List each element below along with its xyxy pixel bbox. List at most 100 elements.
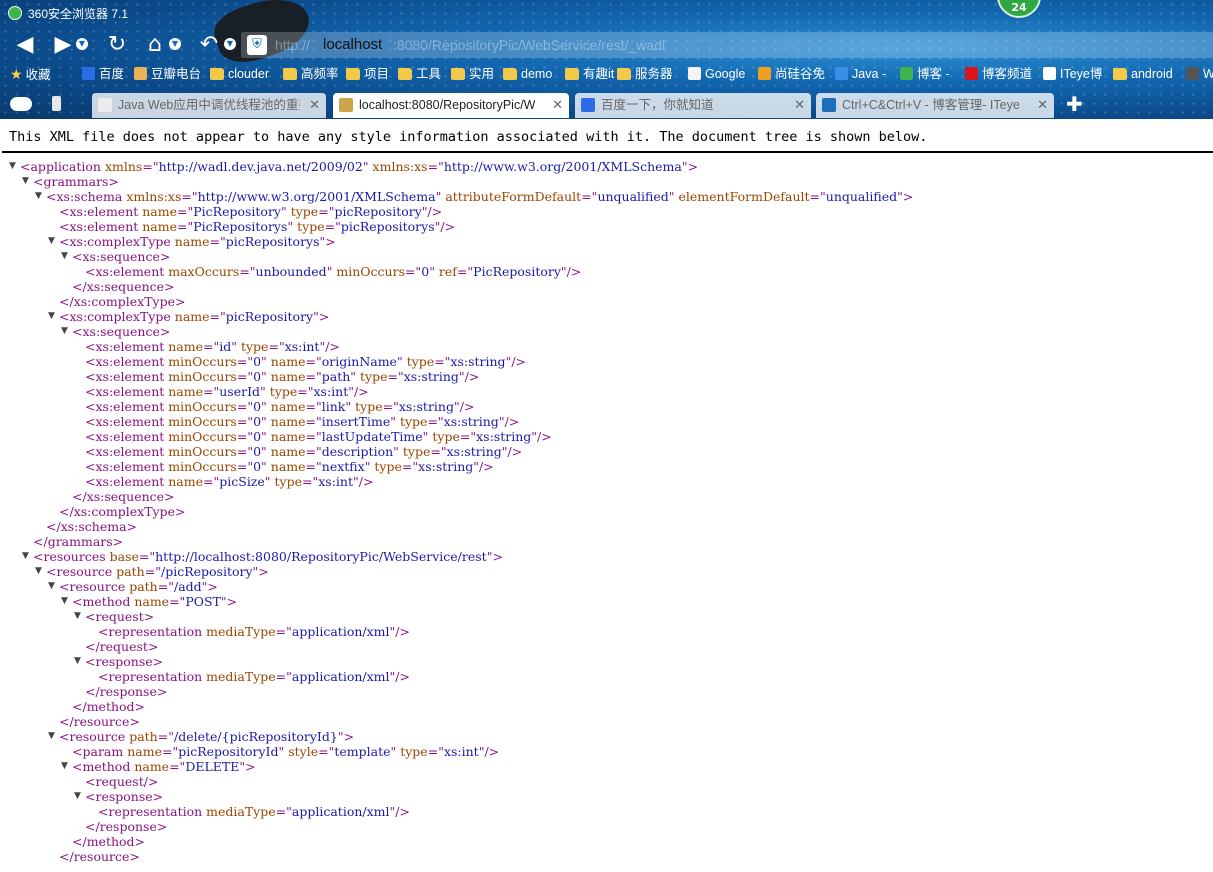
xml-attr-name: minOccurs [164, 369, 237, 384]
tab-close-icon[interactable]: ✕ [794, 93, 805, 117]
tab-3[interactable]: 百度一下，你就知道 ✕ [575, 93, 811, 118]
collapse-toggle-icon[interactable]: ▼ [74, 790, 84, 802]
tab-close-icon[interactable]: ✕ [1037, 93, 1048, 117]
security-shield-icon[interactable]: ⛨ [247, 35, 267, 55]
xml-punct: =" [157, 579, 174, 594]
collapse-toggle-icon[interactable]: ▼ [48, 730, 58, 742]
collapse-toggle-icon[interactable]: ▼ [35, 190, 45, 202]
b-logo-icon [835, 67, 848, 80]
xml-attr-name: xmlns:xs [368, 159, 428, 174]
bookmark-label: demo [521, 67, 553, 81]
bookmark-item[interactable]: 博客频道 [965, 65, 1032, 83]
collapse-toggle-icon[interactable]: ▼ [22, 550, 32, 562]
xml-attr-name: type [265, 384, 298, 399]
forward-dropdown-icon[interactable]: ▼ [76, 38, 88, 50]
xml-tag-name: xs:sequence [82, 249, 160, 264]
xml-attr-name: type [398, 444, 431, 459]
xml-attr-value: 0 [253, 399, 262, 414]
xml-icon [339, 98, 353, 112]
xml-punct: </ [72, 699, 87, 714]
bookmark-item[interactable]: clouder [210, 65, 269, 83]
xml-attr-value: POST [185, 594, 221, 609]
notification-badge[interactable]: 24 [997, 0, 1041, 18]
tab-close-icon[interactable]: ✕ [309, 93, 320, 117]
bookmark-item[interactable]: 尚硅谷免 [758, 65, 825, 83]
xml-punct: /> [566, 264, 582, 279]
xml-punct: =" [169, 594, 186, 609]
bookmark-item[interactable]: Java - [835, 65, 886, 83]
collapse-toggle-icon[interactable]: ▼ [48, 580, 58, 592]
collapse-toggle-icon[interactable]: ▼ [48, 310, 58, 322]
bookmark-item[interactable]: 博客 - [900, 65, 950, 83]
xml-punct: =" [318, 744, 335, 759]
douban-icon [134, 67, 147, 80]
undo-dropdown-icon[interactable]: ▼ [224, 38, 236, 50]
xml-punct: > [164, 489, 175, 504]
bookmark-item[interactable]: 实用 [451, 65, 494, 83]
bookmark-item[interactable]: demo [503, 65, 552, 83]
tab-close-icon[interactable]: ✕ [552, 93, 563, 117]
bookmark-item[interactable]: android [1113, 65, 1173, 83]
bookmark-item[interactable]: 高频率 [283, 65, 339, 83]
bookmark-item[interactable]: 百度 [82, 65, 124, 83]
window-title: 360安全浏览器 7.1 [28, 7, 129, 21]
xml-punct: =" [581, 189, 598, 204]
xml-punct: < [59, 579, 70, 594]
xml-punct: </ [72, 489, 87, 504]
xml-attr-name: name [170, 234, 210, 249]
collapse-toggle-icon[interactable]: ▼ [48, 235, 58, 247]
refresh-button[interactable]: ↻ [104, 32, 130, 58]
collapse-toggle-icon[interactable]: ▼ [61, 595, 71, 607]
bookmark-label: ITeye博 [1060, 67, 1103, 81]
collapse-toggle-icon[interactable]: ▼ [61, 760, 71, 772]
bookmark-item[interactable]: 有趣it [565, 65, 614, 83]
xml-punct: =" [236, 369, 254, 384]
forward-button[interactable]: ▶ [52, 32, 74, 58]
collapse-toggle-icon[interactable]: ▼ [74, 655, 84, 667]
home-button[interactable]: ⌂ [142, 32, 168, 58]
collapse-toggle-icon[interactable]: ▼ [61, 250, 71, 262]
xml-tag-name: method [86, 834, 135, 849]
new-tab-button[interactable]: ✚ [1066, 90, 1083, 118]
xml-punct: </ [33, 534, 48, 549]
title-bar: 360安全浏览器 7.1 24 [0, 0, 1213, 26]
bookmark-item[interactable]: 豆瓣电台 [134, 65, 201, 83]
bookmark-item[interactable]: 服务器 [617, 65, 673, 83]
xml-attr-name: xmlns:xs [122, 189, 182, 204]
collapse-toggle-icon[interactable]: ▼ [22, 175, 32, 187]
collapse-toggle-icon[interactable]: ▼ [61, 325, 71, 337]
xml-tag-name: resources [43, 549, 106, 564]
collapse-toggle-icon[interactable]: ▼ [35, 565, 45, 577]
back-button[interactable]: ◀ [14, 32, 36, 58]
address-bar[interactable]: ⛨ http:// localhost :8080/RepositoryPic/… [241, 32, 1213, 58]
bookmark-item[interactable]: Google [688, 65, 745, 83]
xml-punct: < [72, 744, 83, 759]
bookmark-item[interactable]: 工具 [398, 65, 441, 83]
xml-line: ▼ <application xmlns="http://wadl.dev.jav… [9, 159, 698, 174]
tab-1[interactable]: Java Web应用中调优线程池的重要 ✕ [92, 93, 326, 118]
bookmark-label: 项目 [364, 67, 390, 81]
xml-attr-name: minOccurs [164, 429, 237, 444]
xml-punct: </ [85, 684, 100, 699]
xml-punct: =" [268, 339, 285, 354]
home-dropdown-icon[interactable]: ▼ [169, 38, 181, 50]
xml-attr-value: /delete/{picRepositoryId} [173, 729, 338, 744]
xml-attr-value: xs:int [284, 339, 320, 354]
bookmark-item[interactable]: ★ 收藏 [10, 65, 51, 83]
bookmark-item[interactable]: 项目 [346, 65, 389, 83]
xml-punct: < [85, 774, 96, 789]
undo-close-button[interactable]: ↶ [196, 32, 222, 58]
xml-punct: /> [427, 204, 443, 219]
xml-punct: </ [72, 279, 87, 294]
tab-2[interactable]: localhost:8080/RepositoryPic/W ✕ [333, 93, 569, 118]
collapse-toggle-icon[interactable]: ▼ [9, 160, 19, 172]
collapse-toggle-icon[interactable]: ▼ [74, 610, 84, 622]
folder-icon [346, 68, 360, 80]
xml-punct: =" [157, 729, 174, 744]
bookmark-item[interactable]: ITeye博 [1043, 65, 1102, 83]
xml-punct: < [20, 159, 31, 174]
bookmark-item[interactable]: W [1186, 65, 1213, 83]
navigation-toolbar: ◀ ▶ ▼ ↻ ⌂ ▼ ↶ ▼ ⛨ http:// localhost :808… [0, 28, 1213, 62]
xml-attr-name: name [130, 759, 170, 774]
tab-4[interactable]: Ctrl+C&Ctrl+V - 博客管理- ITeye ✕ [816, 93, 1054, 118]
